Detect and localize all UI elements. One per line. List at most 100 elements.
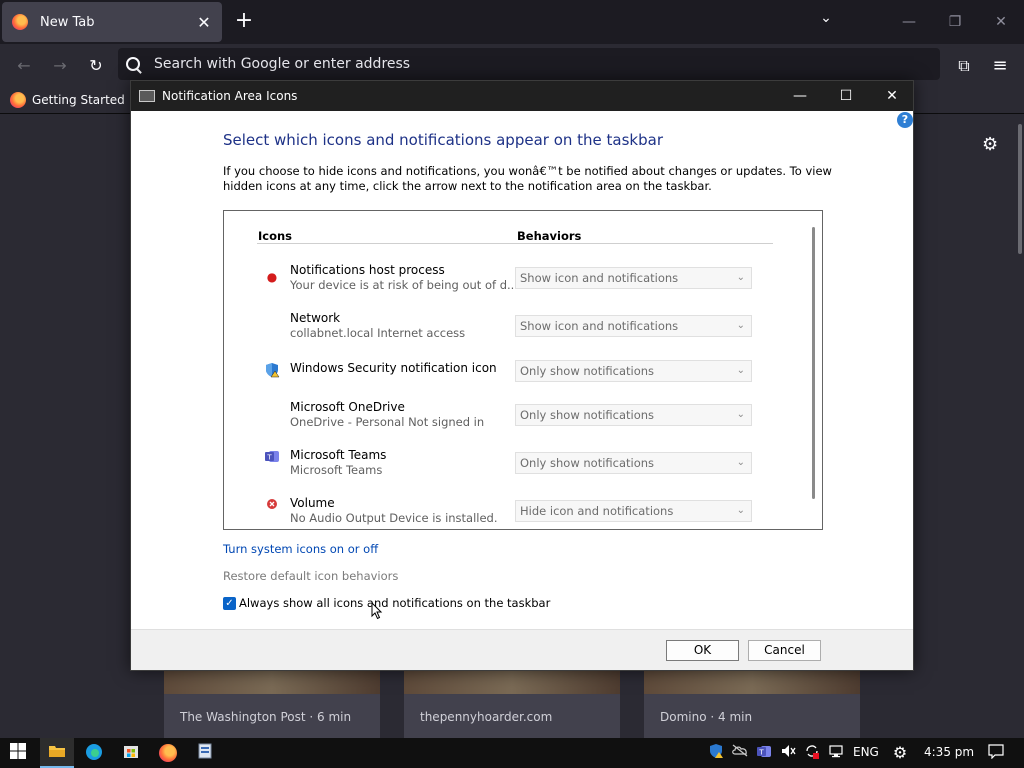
chevron-down-icon: ⌄ [736,457,745,468]
behavior-select[interactable]: Show icon and notifications ⌄ [515,315,752,337]
notification-center-icon[interactable] [986,743,1006,763]
restore-button[interactable]: ❐ [940,8,970,36]
restore-defaults-link: Restore default icon behaviors [223,569,399,583]
bookmark-label: Getting Started [32,93,125,107]
item-subtext: No Audio Output Device is installed. [290,511,498,525]
dialog-close-button[interactable]: ✕ [869,81,915,111]
behavior-select[interactable]: Only show notifications ⌄ [515,404,752,426]
windows-taskbar: T ENG ⚙ 4:35 pm [0,738,1024,768]
dialog-titlebar[interactable]: Notification Area Icons — ☐ ✕ [131,81,913,111]
item-subtext: OneDrive - Personal Not signed in [290,415,485,429]
tab-title: New Tab [40,14,95,30]
item-name: Windows Security notification icon [290,361,497,375]
mouse-cursor-icon [371,602,383,620]
always-show-checkbox[interactable]: ✓ [223,596,236,610]
behavior-select[interactable]: Only show notifications ⌄ [515,360,752,382]
story-card[interactable]: thepennyhoarder.com [404,670,620,744]
behavior-value: Only show notifications [520,364,655,378]
story-source: thepennyhoarder.com [420,710,553,724]
column-header-behaviors: Behaviors [517,229,582,243]
windows-start-icon[interactable] [8,743,28,763]
forward-button[interactable]: → [46,52,74,80]
close-window-button[interactable]: ✕ [986,8,1016,36]
list-item[interactable]: Microsoft OneDrive OneDrive - Personal N… [224,400,804,440]
control-panel-icon[interactable] [195,743,215,763]
ok-button[interactable]: OK [666,640,739,661]
story-image [644,670,860,694]
header-divider [257,243,773,244]
behavior-value: Show icon and notifications [520,319,679,333]
volume-icon[interactable] [778,743,798,763]
item-subtext: Microsoft Teams [290,463,383,477]
notification-area-icons-dialog: Notification Area Icons — ☐ ✕ ? Select w… [130,80,914,671]
chevron-down-icon: ⌄ [736,320,745,331]
cancel-button[interactable]: Cancel [748,640,821,661]
settings-gear-icon[interactable]: ⚙ [890,743,910,763]
teams-icon[interactable]: T [754,743,774,763]
item-name: Microsoft OneDrive [290,400,405,414]
menu-icon[interactable]: ≡ [986,52,1014,80]
firefox-icon [10,92,26,108]
list-item[interactable]: Windows Security notification icon Only … [224,360,804,401]
clock[interactable]: 4:35 pm [924,745,974,759]
behavior-value: Only show notifications [520,456,655,470]
chevron-down-icon: ⌄ [736,272,745,283]
file-explorer-icon[interactable] [47,743,67,763]
store-icon[interactable] [121,743,141,763]
reload-button[interactable]: ↻ [82,52,110,80]
always-show-checkbox-row[interactable]: ✓ Always show all icons and notification… [223,596,550,610]
column-header-icons: Icons [258,229,293,243]
list-item[interactable]: ● Notifications host process Your device… [224,263,804,303]
behavior-value: Hide icon and notifications [520,504,674,518]
network-icon[interactable] [826,743,846,763]
list-item[interactable]: Network collabnet.local Internet access … [224,311,804,351]
item-name: Volume [290,496,335,510]
dialog-heading: Select which icons and notifications app… [223,131,663,149]
icons-list[interactable]: Icons Behaviors ● Notifications host pro… [223,210,823,530]
dialog-description: If you choose to hide icons and notifica… [223,164,832,193]
onedrive-icon[interactable] [730,743,750,763]
page-scrollbar[interactable] [1018,124,1022,254]
dialog-footer: OK Cancel [131,629,913,670]
firefox-icon[interactable] [158,743,178,763]
firefox-icon [12,14,28,30]
volume-error-icon [264,498,280,514]
checkbox-label: Always show all icons and notifications … [239,596,551,610]
teams-icon: T [264,448,280,464]
item-subtext: Your device is at risk of being out of d… [290,278,518,292]
back-button[interactable]: ← [10,52,38,80]
sync-icon[interactable] [802,743,822,763]
list-item[interactable]: T Microsoft Teams Microsoft Teams Only s… [224,448,804,488]
dialog-maximize-button[interactable]: ☐ [823,81,869,111]
help-icon[interactable]: ? [897,112,913,128]
minimize-button[interactable]: — [894,8,924,36]
story-source: The Washington Post · 6 min [180,710,352,724]
story-card[interactable]: Domino · 4 min [644,670,860,744]
search-input[interactable] [154,56,854,72]
behavior-select[interactable]: Show icon and notifications ⌄ [515,267,752,289]
tab-close-icon[interactable]: ✕ [192,13,216,32]
search-icon [126,57,140,71]
list-item[interactable]: Volume No Audio Output Device is install… [224,496,804,529]
shield-warning-icon [264,362,280,378]
system-icons-link[interactable]: Turn system icons on or off [223,542,378,556]
behavior-select[interactable]: Only show notifications ⌄ [515,452,752,474]
bookmark-getting-started[interactable]: Getting Started [10,90,125,110]
tab-new-tab[interactable]: New Tab ✕ [2,2,222,42]
windows-security-icon[interactable] [706,743,726,763]
control-panel-icon [139,90,155,102]
story-card[interactable]: The Washington Post · 6 min [164,670,380,744]
svg-text:T: T [758,749,764,757]
edge-icon[interactable] [84,743,104,763]
language-indicator[interactable]: ENG [853,745,879,759]
gear-icon[interactable]: ⚙ [982,134,998,155]
chevron-down-icon[interactable]: ⌄ [814,10,838,34]
list-scrollbar[interactable] [812,227,815,499]
chevron-down-icon: ⌄ [736,365,745,376]
extensions-icon[interactable]: ⧉ [950,52,978,80]
dialog-minimize-button[interactable]: — [777,81,823,111]
behavior-select[interactable]: Hide icon and notifications ⌄ [515,500,752,522]
chevron-down-icon: ⌄ [736,505,745,516]
new-tab-button[interactable]: + [232,10,256,34]
address-bar[interactable] [118,48,940,80]
